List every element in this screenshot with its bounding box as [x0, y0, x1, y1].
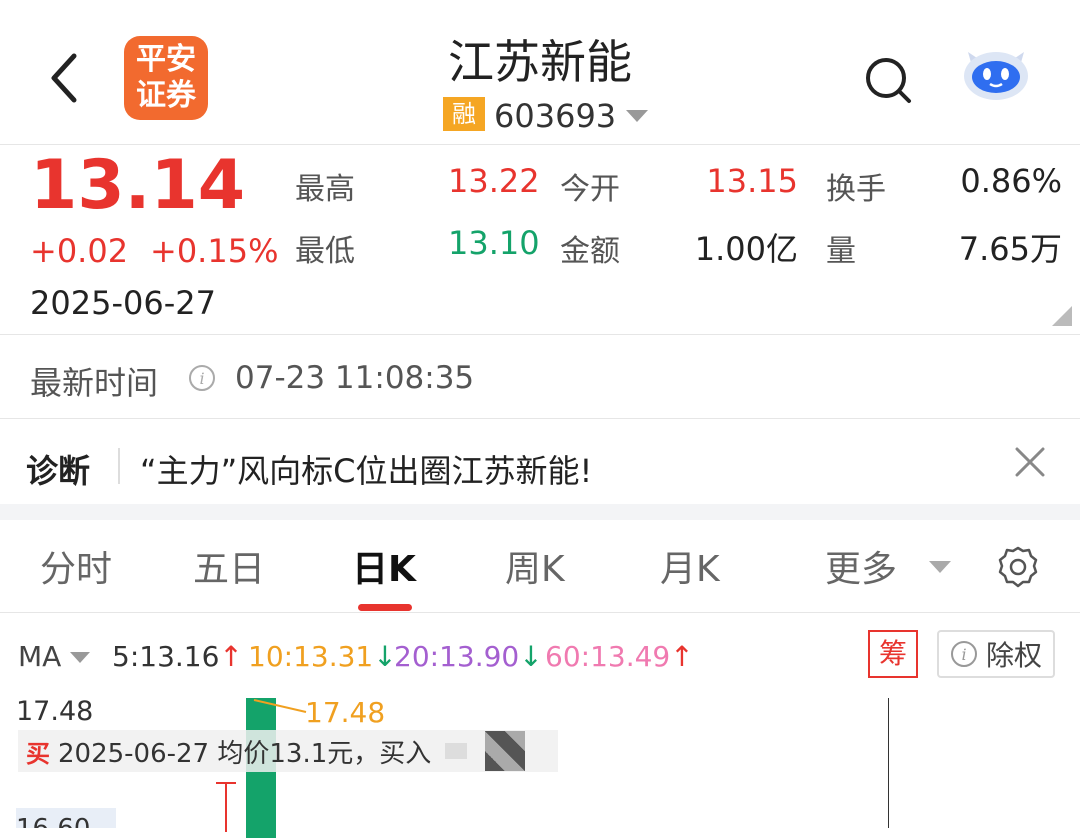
crosshair-line	[888, 698, 889, 828]
back-button[interactable]	[40, 48, 90, 108]
update-time-label: 最新时间	[30, 364, 159, 402]
logo-line1: 平安	[136, 42, 196, 77]
diagnosis-text[interactable]: “主力”风向标C位出圈江苏新能!	[140, 446, 592, 492]
ma-selector[interactable]: MA	[18, 640, 93, 673]
chevron-left-icon	[51, 53, 77, 103]
svg-text:i: i	[961, 645, 966, 664]
high-value: 13.22	[448, 162, 540, 200]
caret-down-icon	[626, 110, 649, 122]
search-button[interactable]	[862, 54, 914, 106]
info-icon[interactable]: i	[188, 364, 216, 392]
search-icon	[866, 58, 911, 103]
tab-daily-k[interactable]: 日K	[352, 540, 416, 592]
section-gap	[0, 504, 1080, 520]
ma-label: MA	[18, 640, 62, 673]
high-label: 最高	[295, 172, 355, 207]
close-icon	[1015, 447, 1045, 477]
trade-tag: 买	[26, 739, 50, 768]
down-arrow-icon: ↓	[519, 640, 543, 673]
trade-text: 2025-06-27 均价13.1元，买入	[58, 738, 432, 769]
amount-value: 1.00亿	[694, 230, 798, 268]
y-axis-second-label: 16.60	[16, 808, 116, 828]
tabs-divider	[0, 612, 1080, 613]
stock-code-selector[interactable]: 603693	[494, 96, 652, 136]
price-change: +0.02	[30, 232, 129, 270]
gear-icon	[998, 546, 1038, 588]
ma60-value: 60:13.49↑	[545, 640, 694, 673]
up-arrow-icon: ↑	[219, 640, 243, 673]
ma20-value: 20:13.90↓	[394, 640, 543, 673]
turnover-value: 0.86%	[960, 162, 1062, 200]
quote-date: 2025-06-27	[30, 284, 216, 322]
ma5-value: 5:13.16↑	[112, 640, 243, 673]
close-button[interactable]	[1012, 444, 1048, 480]
price-change-pct: +0.15%	[150, 232, 279, 270]
update-time-value: 07-23 11:08:35	[235, 360, 475, 396]
active-tab-indicator	[358, 604, 412, 611]
redacted-block	[445, 743, 468, 759]
turnover-label: 换手	[826, 172, 886, 207]
low-label: 最低	[295, 234, 355, 269]
tab-five-day[interactable]: 五日	[193, 540, 265, 592]
info-icon: i	[950, 641, 977, 667]
ma10-value: 10:13.31↓	[248, 640, 397, 673]
volume-label: 量	[826, 234, 856, 269]
tab-intraday[interactable]: 分时	[40, 540, 112, 592]
settings-button[interactable]	[996, 545, 1040, 589]
header-divider	[0, 144, 1080, 145]
app-logo: 平安 证券	[124, 36, 208, 120]
current-price: 13.14	[30, 146, 246, 225]
peak-price-label: 17.48	[305, 696, 386, 729]
tab-monthly-k[interactable]: 月K	[660, 540, 720, 592]
tab-more-label: 更多	[825, 549, 898, 590]
y-axis-top-label: 17.48	[16, 696, 94, 727]
low-value: 13.10	[448, 224, 540, 262]
robot-icon	[964, 52, 1028, 100]
stock-code: 603693	[494, 97, 617, 135]
diagnosis-label: 诊断	[26, 452, 91, 490]
expand-corner-icon[interactable]	[1052, 306, 1072, 326]
volume-value: 7.65万	[958, 230, 1062, 268]
exright-button[interactable]: i 除权	[937, 630, 1055, 678]
trade-note: 买 2025-06-27 均价13.1元，买入	[18, 730, 558, 772]
candle-wick	[225, 782, 227, 832]
chip-button[interactable]: 筹	[868, 630, 918, 678]
diagnosis-separator	[118, 448, 120, 484]
candle-wick-cap	[216, 782, 236, 784]
logo-line2: 证券	[136, 78, 196, 113]
up-arrow-icon: ↑	[670, 640, 694, 673]
margin-badge: 融	[443, 97, 485, 131]
peak-leader-line	[253, 699, 307, 713]
quote-divider	[0, 334, 1080, 335]
stock-title: 江苏新能	[448, 35, 632, 89]
tab-more[interactable]: 更多	[825, 540, 955, 592]
open-value: 13.15	[706, 162, 798, 200]
svg-text:i: i	[199, 369, 204, 388]
tab-weekly-k[interactable]: 周K	[505, 540, 565, 592]
update-divider	[0, 418, 1080, 419]
redacted-block	[485, 731, 526, 771]
exright-label: 除权	[985, 639, 1042, 672]
ai-assistant-button[interactable]	[958, 44, 1034, 104]
caret-down-icon	[70, 651, 91, 663]
caret-down-icon	[929, 561, 952, 573]
